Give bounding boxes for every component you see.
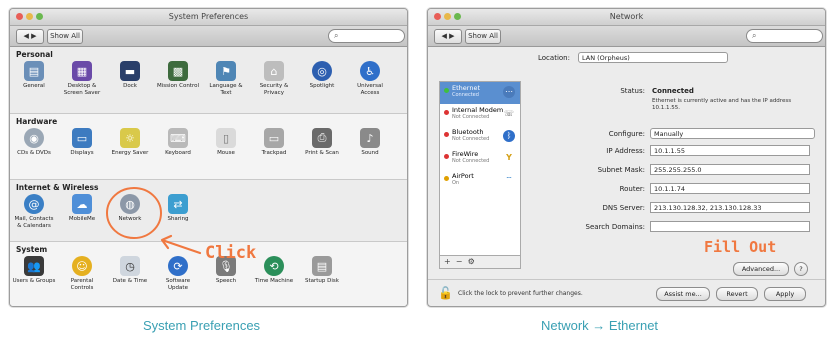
click-label: Click: [205, 243, 257, 263]
left-caption: System Preferences: [143, 318, 261, 333]
click-arrow: [160, 234, 202, 255]
help-button[interactable]: ?: [794, 262, 808, 276]
titlebar: Network: [428, 9, 825, 26]
lock-icon[interactable]: 🔓: [438, 286, 453, 300]
window-title: Network: [609, 12, 644, 21]
subnet-mask-field[interactable]: 255.255.255.0: [650, 164, 810, 175]
service-firewire[interactable]: FireWire Not Connected Y: [440, 148, 520, 170]
router-label: Router:: [619, 185, 645, 193]
right-caption: Network → Ethernet: [541, 318, 659, 333]
remove-service-button[interactable]: −: [456, 257, 463, 266]
status-dot: [444, 154, 449, 159]
search-domains-field[interactable]: [650, 221, 810, 232]
phone-icon: ☏: [503, 109, 514, 118]
status-description: Ethernet is currently active and has the…: [652, 98, 792, 111]
firewire-icon: Y: [506, 153, 512, 162]
zoom-button[interactable]: [454, 13, 461, 20]
add-service-button[interactable]: +: [444, 257, 451, 266]
configure-select[interactable]: Manually: [650, 128, 815, 139]
show-all-button[interactable]: Show All: [465, 29, 501, 44]
search-field[interactable]: ⌕: [746, 29, 823, 43]
window-controls: [434, 13, 461, 20]
service-bluetooth[interactable]: Bluetooth Not Connected ᛒ: [440, 126, 520, 148]
subnet-mask-label: Subnet Mask:: [597, 166, 645, 174]
service-airport[interactable]: AirPort On ⌔: [440, 170, 520, 192]
network-highlight-circle: [106, 187, 162, 239]
status-value: Connected: [652, 87, 694, 95]
status-dot: [444, 110, 449, 115]
close-button[interactable]: [434, 13, 441, 20]
dns-server-field[interactable]: 213.130.128.32, 213.130.128.33: [650, 202, 810, 213]
ip-address-field[interactable]: 10.1.1.55: [650, 145, 810, 156]
advanced-button[interactable]: Advanced...: [733, 262, 789, 276]
lock-text: Click the lock to prevent further change…: [458, 290, 583, 297]
gear-icon[interactable]: ⚙: [468, 257, 475, 266]
location-select[interactable]: LAN (Orpheus): [578, 52, 728, 63]
dns-server-label: DNS Server:: [602, 204, 646, 212]
status-dot: [444, 132, 449, 137]
back-forward-buttons[interactable]: ◀ ▶: [434, 29, 462, 44]
service-internal-modem[interactable]: Internal Modem Not Connected ☏: [440, 104, 520, 126]
service-list: Ethernet Connected ⋯ Internal Modem Not …: [439, 81, 521, 269]
location-label: Location:: [538, 54, 570, 62]
minimize-button[interactable]: [444, 13, 451, 20]
assist-me-button[interactable]: Assist me...: [656, 287, 710, 301]
revert-button[interactable]: Revert: [716, 287, 758, 301]
ip-address-label: IP Address:: [606, 147, 645, 155]
status-label: Status:: [620, 87, 645, 95]
fill-out-label: Fill Out: [704, 238, 777, 256]
service-ethernet[interactable]: Ethernet Connected ⋯: [440, 82, 520, 104]
toolbar: ◀ ▶ Show All ⌕: [428, 26, 825, 47]
apply-button[interactable]: Apply: [764, 287, 806, 301]
router-field[interactable]: 10.1.1.74: [650, 183, 810, 194]
service-list-controls: + − ⚙: [440, 255, 520, 268]
status-dot: [444, 176, 449, 181]
bottom-bar: 🔓 Click the lock to prevent further chan…: [428, 279, 825, 306]
configure-label: Configure:: [608, 130, 645, 138]
status-dot: [444, 88, 449, 93]
network-window: Network ◀ ▶ Show All ⌕ Location: LAN (Or…: [427, 8, 826, 307]
bluetooth-icon: ᛒ: [503, 130, 515, 142]
search-domains-label: Search Domains:: [585, 223, 645, 231]
wifi-icon: ⌔: [505, 175, 513, 184]
ethernet-icon: ⋯: [503, 86, 515, 98]
search-icon: ⌕: [752, 31, 757, 40]
